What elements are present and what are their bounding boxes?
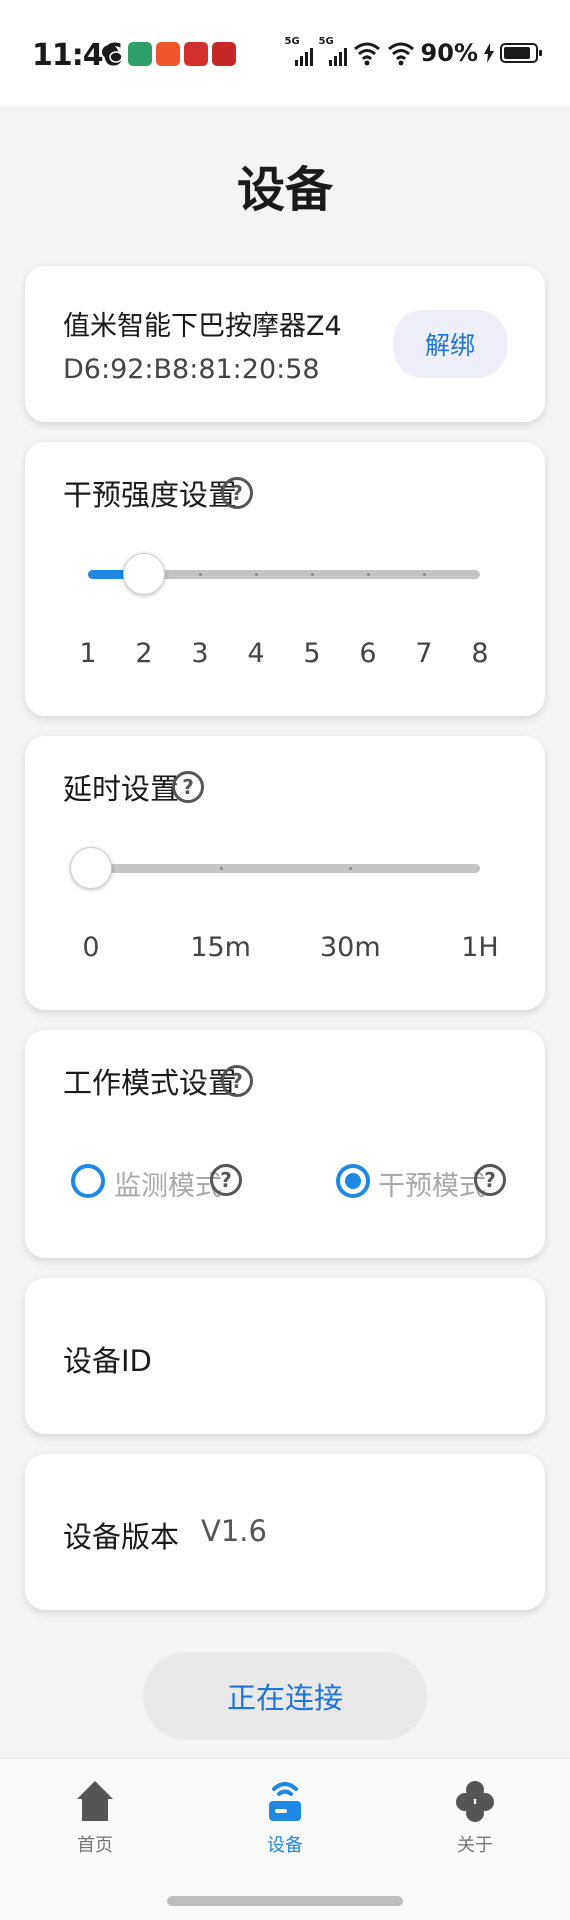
intensity-slider-thumb[interactable] [123, 553, 165, 595]
intervention-mode-label[interactable]: 干预模式 [378, 1164, 486, 1203]
monitor-mode-help-icon[interactable]: ? [210, 1164, 242, 1196]
mode-help-icon[interactable]: ? [221, 1065, 253, 1097]
page-title: 设备 [236, 162, 333, 218]
intensity-slider-tick [367, 573, 370, 576]
home-icon [77, 1781, 113, 1821]
intensity-scale-label: 4 [247, 638, 265, 669]
device-version-value: V1.6 [201, 1514, 267, 1548]
charging-icon [484, 43, 494, 63]
device-id-label: 设备ID [63, 1344, 152, 1378]
intervention-mode-help-icon[interactable]: ? [474, 1164, 506, 1196]
intensity-scale-label: 5 [303, 638, 321, 669]
intensity-scale-label: 8 [471, 638, 489, 669]
monitor-mode-label[interactable]: 监测模式 [114, 1164, 222, 1203]
intensity-label: 干预强度设置 [63, 478, 238, 512]
status-bar: 11:46 5G 5G 90% [0, 0, 570, 106]
intensity-slider-tick [311, 573, 314, 576]
monitor-mode-radio[interactable] [71, 1164, 105, 1198]
nav-item-device[interactable]: 设备 [225, 1779, 345, 1857]
mode-settings-card: 工作模式设置 ? 监测模式 ? 干预模式 ? [25, 1030, 545, 1258]
wifi-icon [387, 42, 414, 66]
intensity-slider-tick [199, 573, 202, 576]
device-mac-address: D6:92:B8:81:20:58 [63, 354, 320, 385]
delay-settings-card: 延时设置 ? 0 15m 30m 1H [25, 736, 545, 1010]
battery-percent: 90% [420, 39, 478, 67]
device-version-label: 设备版本 [63, 1520, 180, 1554]
delay-scale-label: 1H [461, 932, 499, 963]
intensity-scale-label: 1 [79, 638, 97, 669]
delay-scale-label: 15m [190, 932, 251, 963]
intensity-help-icon[interactable]: ? [221, 477, 253, 509]
app-notification-icon [212, 42, 236, 66]
intensity-scale-label: 2 [135, 638, 153, 669]
battery-icon [500, 43, 542, 63]
delay-help-icon[interactable]: ? [172, 771, 204, 803]
nav-item-about[interactable]: 关于 [415, 1779, 535, 1857]
status-indicators: 5G 5G 90% [285, 36, 542, 68]
signal-icon: 5G [319, 36, 347, 68]
intensity-scale-label: 7 [415, 638, 433, 669]
clover-icon [456, 1781, 494, 1822]
delay-slider-track[interactable] [91, 864, 480, 873]
mode-label: 工作模式设置 [63, 1066, 238, 1100]
intensity-slider-tick [255, 573, 258, 576]
radio-selected-dot [345, 1173, 361, 1189]
delay-slider-tick [219, 867, 223, 870]
app-notification-icon [128, 42, 152, 66]
intensity-scale-label: 6 [359, 638, 377, 669]
device-version-card: 设备版本 V1.6 [25, 1454, 545, 1610]
wechat-icon [100, 42, 124, 66]
intervention-mode-radio[interactable] [336, 1164, 370, 1198]
notification-icons [100, 42, 236, 66]
intensity-settings-card: 干预强度设置 ? 1 2 3 4 5 6 7 8 [25, 442, 545, 716]
delay-slider-tick [349, 867, 353, 870]
router-icon [269, 1782, 301, 1821]
nav-item-home[interactable]: 首页 [35, 1779, 155, 1857]
delay-slider-thumb[interactable] [70, 847, 112, 889]
device-name: 值米智能下巴按摩器Z4 [63, 311, 342, 342]
unbind-button[interactable]: 解绑 [393, 310, 507, 378]
intensity-scale-label: 3 [191, 638, 209, 669]
device-id-card: 设备ID [25, 1278, 545, 1434]
delay-label: 延时设置 [63, 772, 180, 806]
device-settings-screen: 11:46 5G 5G 90% 设备 值米智能下巴按摩器Z4 D6:92:B8:… [0, 0, 570, 1920]
wifi-icon [353, 42, 380, 66]
home-indicator[interactable] [167, 1896, 403, 1906]
intensity-slider-tick [423, 573, 426, 576]
app-notification-icon [184, 42, 208, 66]
app-notification-icon [156, 42, 180, 66]
delay-scale-label: 30m [319, 932, 381, 963]
delay-scale-label: 0 [82, 932, 100, 963]
device-card: 值米智能下巴按摩器Z4 D6:92:B8:81:20:58 解绑 [25, 266, 545, 422]
signal-icon: 5G [285, 36, 313, 68]
connect-button[interactable]: 正在连接 [143, 1652, 427, 1740]
